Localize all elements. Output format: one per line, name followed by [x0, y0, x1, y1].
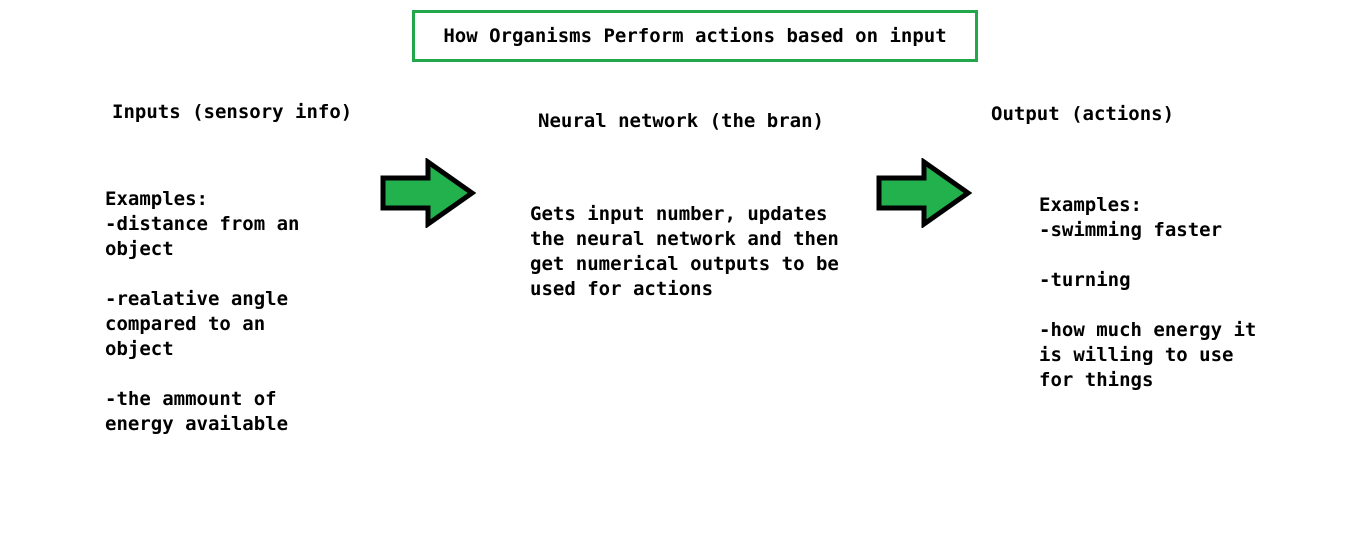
network-description: Gets input number, updates the neural ne…: [530, 203, 839, 300]
diagram-title-text: How Organisms Perform actions based on i…: [443, 25, 947, 47]
network-heading: Neural network (the bran): [538, 110, 824, 132]
right-arrow-icon: [380, 158, 477, 228]
output-heading: Output (actions): [991, 103, 1175, 125]
right-arrow-icon: [876, 158, 973, 228]
diagram-title: How Organisms Perform actions based on i…: [412, 10, 978, 62]
output-examples: Examples: -swimming faster -turning -how…: [1039, 194, 1257, 391]
inputs-heading: Inputs (sensory info): [112, 101, 353, 123]
inputs-examples: Examples: -distance from an object -real…: [105, 188, 300, 435]
